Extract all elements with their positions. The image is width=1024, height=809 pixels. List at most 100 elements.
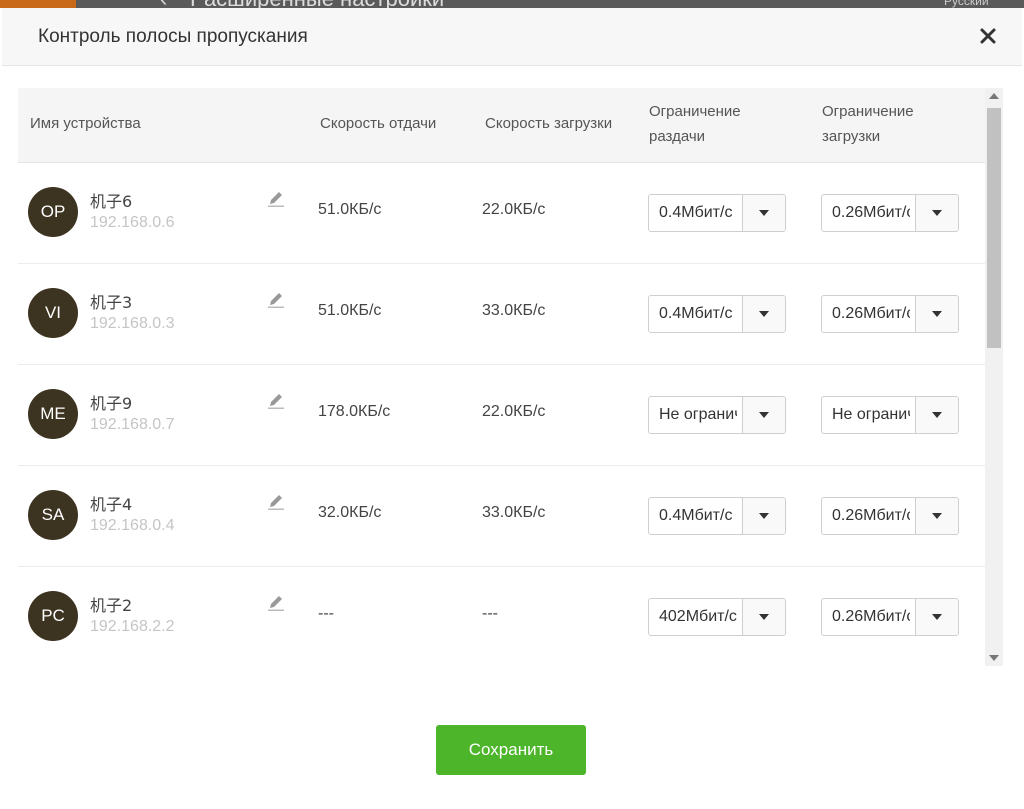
upload-limit-dropdown[interactable] <box>742 195 785 231</box>
upload-limit-select[interactable]: 0.4Мбит/с <box>648 295 786 333</box>
upload-limit-value[interactable]: Не ограничено <box>659 406 737 424</box>
device-ip: 192.168.0.3 <box>90 315 175 332</box>
download-limit-dropdown[interactable] <box>915 397 958 433</box>
caret-down-icon <box>759 210 769 216</box>
background-language: Русский <box>944 0 989 8</box>
pencil-icon <box>268 192 284 207</box>
edit-name-button[interactable] <box>267 392 285 410</box>
caret-down-icon <box>932 412 942 418</box>
table-scrollbar[interactable] <box>985 88 1003 666</box>
download-limit-value[interactable]: 0.26Мбит/с <box>832 204 910 222</box>
caret-down-icon <box>932 311 942 317</box>
save-button[interactable]: Сохранить <box>436 725 586 775</box>
edit-name-button[interactable] <box>267 190 285 208</box>
caret-down-icon <box>932 614 942 620</box>
background-back-arrow: ‹ <box>160 0 167 8</box>
scroll-down-icon[interactable] <box>989 654 999 662</box>
pencil-icon <box>268 495 284 510</box>
table-row: OP 机子6 192.168.0.6 51.0КБ/с 22.0КБ/с 0.4… <box>18 163 985 264</box>
scroll-thumb[interactable] <box>987 108 1001 348</box>
device-name: 机子3 <box>90 293 133 312</box>
device-table: Имя устройства Скорость отдачи Скорость … <box>18 88 985 666</box>
download-speed: --- <box>482 605 498 622</box>
pencil-icon <box>268 293 284 308</box>
caret-down-icon <box>932 210 942 216</box>
download-limit-select[interactable]: 0.26Мбит/с <box>821 194 959 232</box>
upload-speed: --- <box>318 605 334 622</box>
download-speed: 33.0КБ/с <box>482 302 546 319</box>
download-limit-select[interactable]: 0.26Мбит/с <box>821 598 959 636</box>
table-row: ME 机子9 192.168.0.7 178.0КБ/с 22.0КБ/с Не… <box>18 365 985 466</box>
upload-limit-select[interactable]: 0.4Мбит/с <box>648 497 786 535</box>
header-upload-speed: Скорость отдачи <box>320 115 437 132</box>
download-limit-select[interactable]: 0.26Мбит/с <box>821 295 959 333</box>
dialog-header: Контроль полосы пропускания <box>2 8 1022 66</box>
avatar: VI <box>28 288 78 338</box>
device-ip: 192.168.0.6 <box>90 214 175 231</box>
upload-limit-select[interactable]: Не ограничено <box>648 396 786 434</box>
background-logo <box>0 0 76 8</box>
background-page: ‹ Расширенные настройки Русский <box>0 0 1024 8</box>
download-limit-dropdown[interactable] <box>915 498 958 534</box>
upload-speed: 51.0КБ/с <box>318 201 382 218</box>
upload-limit-dropdown[interactable] <box>742 599 785 635</box>
download-limit-select[interactable]: Не ограничено <box>821 396 959 434</box>
upload-speed: 32.0КБ/с <box>318 504 382 521</box>
upload-limit-select[interactable]: 0.4Мбит/с <box>648 194 786 232</box>
device-ip: 192.168.2.2 <box>90 618 175 635</box>
table-header: Имя устройства Скорость отдачи Скорость … <box>18 88 985 163</box>
download-speed: 22.0КБ/с <box>482 201 546 218</box>
avatar: OP <box>28 187 78 237</box>
table-row: VI 机子3 192.168.0.3 51.0КБ/с 33.0КБ/с 0.4… <box>18 264 985 365</box>
upload-speed: 51.0КБ/с <box>318 302 382 319</box>
download-limit-dropdown[interactable] <box>915 195 958 231</box>
avatar: PC <box>28 591 78 641</box>
avatar: SA <box>28 490 78 540</box>
background-title: Расширенные настройки <box>190 0 444 8</box>
device-name: 机子9 <box>90 394 133 413</box>
caret-down-icon <box>932 513 942 519</box>
table-row: SA 机子4 192.168.0.4 32.0КБ/с 33.0КБ/с 0.4… <box>18 466 985 567</box>
upload-limit-value[interactable]: 0.4Мбит/с <box>659 204 737 222</box>
edit-name-button[interactable] <box>267 493 285 511</box>
upload-limit-dropdown[interactable] <box>742 397 785 433</box>
scroll-up-icon[interactable] <box>989 92 999 100</box>
device-ip: 192.168.0.7 <box>90 416 175 433</box>
pencil-icon <box>268 394 284 409</box>
download-limit-select[interactable]: 0.26Мбит/с <box>821 497 959 535</box>
upload-limit-select[interactable]: 402Мбит/с <box>648 598 786 636</box>
download-limit-value[interactable]: Не ограничено <box>832 406 910 424</box>
download-speed: 22.0КБ/с <box>482 403 546 420</box>
upload-limit-value[interactable]: 402Мбит/с <box>659 608 737 626</box>
download-limit-dropdown[interactable] <box>915 296 958 332</box>
upload-speed: 178.0КБ/с <box>318 403 391 420</box>
device-name: 机子4 <box>90 495 133 514</box>
device-name: 机子2 <box>90 596 133 615</box>
download-speed: 33.0КБ/с <box>482 504 546 521</box>
avatar: ME <box>28 389 78 439</box>
device-ip: 192.168.0.4 <box>90 517 175 534</box>
caret-down-icon <box>759 614 769 620</box>
download-limit-dropdown[interactable] <box>915 599 958 635</box>
close-icon <box>980 28 996 44</box>
edit-name-button[interactable] <box>267 291 285 309</box>
header-download-limit: Ограничение загрузки <box>822 103 914 145</box>
edit-name-button[interactable] <box>267 594 285 612</box>
header-device-name: Имя устройства <box>30 115 141 132</box>
pencil-icon <box>268 596 284 611</box>
download-limit-value[interactable]: 0.26Мбит/с <box>832 507 910 525</box>
upload-limit-dropdown[interactable] <box>742 296 785 332</box>
caret-down-icon <box>759 412 769 418</box>
close-button[interactable] <box>974 22 1002 50</box>
download-limit-value[interactable]: 0.26Мбит/с <box>832 608 910 626</box>
dialog-title: Контроль полосы пропускания <box>38 26 308 47</box>
download-limit-value[interactable]: 0.26Мбит/с <box>832 305 910 323</box>
device-name: 机子6 <box>90 192 133 211</box>
upload-limit-dropdown[interactable] <box>742 498 785 534</box>
upload-limit-value[interactable]: 0.4Мбит/с <box>659 507 737 525</box>
table-row: PC 机子2 192.168.2.2 --- --- 402Мбит/с 0.2… <box>18 567 985 666</box>
caret-down-icon <box>759 513 769 519</box>
caret-down-icon <box>759 311 769 317</box>
header-download-speed: Скорость загрузки <box>485 115 613 132</box>
upload-limit-value[interactable]: 0.4Мбит/с <box>659 305 737 323</box>
